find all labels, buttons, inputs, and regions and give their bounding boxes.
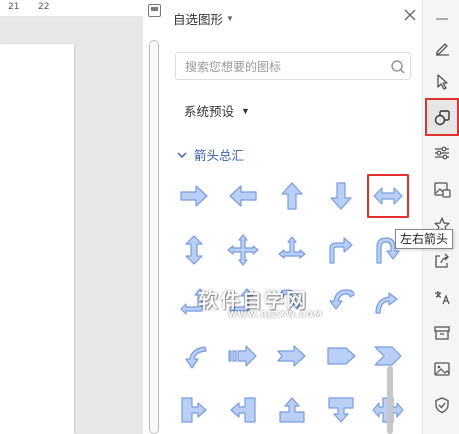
arrow-up-icon (281, 182, 303, 210)
callout-down-icon (328, 397, 354, 423)
category-header[interactable]: 箭头总汇 (176, 145, 244, 164)
minimize-bar-icon (436, 18, 448, 20)
shape-curved-left-arrow[interactable] (320, 280, 362, 324)
shield-icon (435, 397, 449, 414)
callout-left-icon (230, 397, 256, 423)
arrow-curved-right-icon (278, 289, 304, 310)
translate-icon (435, 291, 450, 305)
right-toolbar (422, 0, 459, 434)
document-page[interactable] (0, 44, 74, 434)
shape-up-down-arrow[interactable] (173, 228, 215, 272)
arrow-left-right-up-icon (278, 236, 306, 259)
panel-scrollbar[interactable] (387, 366, 393, 434)
shape-tooltip: 左右箭头 (395, 229, 454, 249)
dock-panel-icon[interactable] (148, 4, 161, 17)
arrow-striped-right-icon (228, 345, 257, 367)
arrow-right-icon (180, 185, 208, 207)
toolbar-share-button[interactable] (429, 248, 455, 274)
arrow-curved-up-icon (375, 292, 398, 314)
ruler-mark: 22 (38, 2, 50, 12)
preset-label: 系统预设 (184, 105, 235, 119)
category-label: 箭头总汇 (194, 149, 245, 163)
picture-icon (434, 182, 451, 198)
settings-sliders-icon (435, 146, 449, 160)
arrow-notched-right-icon (277, 345, 306, 367)
pentagon-icon (327, 347, 356, 365)
shapes-icon (434, 110, 450, 126)
pen-icon (436, 43, 449, 56)
toolbar-archive-button[interactable] (429, 320, 455, 346)
cursor-icon (437, 74, 448, 90)
shape-pentagon-arrow[interactable] (320, 334, 362, 378)
shape-left-right-arrow[interactable] (367, 174, 409, 218)
chevron-down-icon (177, 152, 187, 158)
horizontal-ruler: 21 22 (0, 0, 143, 17)
arrow-left-icon (229, 185, 257, 207)
arrow-bent-up-icon (229, 288, 254, 312)
arrow-quad-icon (227, 234, 259, 266)
image-icon (434, 362, 450, 376)
arrow-down-icon (330, 182, 352, 210)
shape-right-arrow-callout[interactable] (173, 388, 215, 432)
close-icon[interactable] (403, 8, 417, 22)
document-scrollbar[interactable] (149, 40, 159, 434)
shape-curved-right-arrow[interactable] (271, 280, 313, 324)
callout-right-icon (181, 397, 207, 423)
caret-down-icon: ▼ (226, 14, 234, 23)
shapes-panel: 自选图形 ▼ 系统预设 ▼ 箭头总汇 (163, 0, 422, 434)
shape-left-arrow[interactable] (222, 174, 264, 218)
document-area: 21 22 (0, 0, 143, 434)
shape-curved-down-arrow[interactable] (173, 334, 215, 378)
archive-icon (434, 326, 450, 340)
arrow-left-right-icon (373, 187, 403, 205)
shape-down-arrow[interactable] (320, 174, 362, 218)
shape-left-arrow-callout[interactable] (222, 388, 264, 432)
shape-notched-right-arrow[interactable] (271, 334, 313, 378)
shape-down-arrow-callout[interactable] (320, 388, 362, 432)
ruler-mark: 21 (8, 2, 20, 12)
arrow-curved-left-icon (329, 289, 355, 310)
search-input[interactable] (185, 58, 375, 76)
search-icon[interactable] (390, 59, 406, 75)
panel-title: 自选图形 (173, 13, 224, 27)
shape-bent-arrow[interactable] (320, 228, 362, 272)
search-box (175, 52, 411, 80)
panel-title-dropdown[interactable]: 自选图形 ▼ (173, 9, 234, 28)
toolbar-cursor-button[interactable] (429, 68, 455, 94)
shape-striped-right-arrow[interactable] (222, 334, 264, 378)
shape-quad-arrow[interactable] (222, 228, 264, 272)
toolbar-image-button[interactable] (429, 356, 455, 382)
shape-left-right-up-arrow[interactable] (271, 228, 313, 272)
toolbar-minimize-bar-button[interactable] (429, 6, 455, 32)
shape-bent-up-arrow[interactable] (222, 280, 264, 324)
callout-up-icon (279, 397, 305, 423)
shape-curved-up-arrow[interactable] (367, 280, 409, 324)
shape-left-up-arrow[interactable] (173, 280, 215, 324)
shape-up-arrow[interactable] (271, 174, 313, 218)
shape-right-arrow[interactable] (173, 174, 215, 218)
arrow-up-down-icon (185, 235, 203, 265)
toolbar-translate-button[interactable] (429, 284, 455, 310)
share-icon (435, 253, 449, 268)
preset-select[interactable]: 系统预设 ▼ (184, 101, 250, 120)
toolbar-pen-button[interactable] (429, 34, 455, 60)
arrow-left-up-icon (180, 288, 206, 315)
caret-down-icon: ▼ (241, 105, 250, 116)
toolbar-settings-sliders-button[interactable] (429, 140, 455, 166)
toolbar-picture-button[interactable] (429, 176, 455, 202)
toolbar-shapes-button[interactable] (425, 98, 459, 136)
arrow-curved-down-icon (185, 346, 207, 369)
arrow-bent-icon (329, 237, 353, 264)
toolbar-shield-button[interactable] (429, 392, 455, 418)
shape-up-arrow-callout[interactable] (271, 388, 313, 432)
